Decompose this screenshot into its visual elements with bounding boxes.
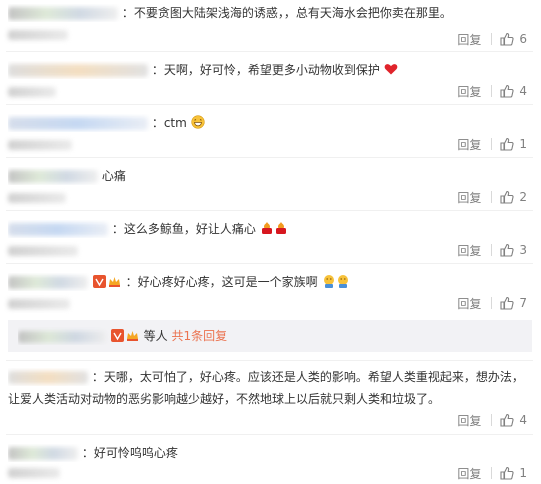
blurred-username[interactable] [8,170,98,183]
thumb-up-icon[interactable] [500,84,514,98]
reply-button[interactable]: 回复 [457,136,481,153]
red-heart-emoji [384,64,397,75]
like-count: 2 [519,190,527,204]
like-count: 1 [519,466,527,480]
blurred-username[interactable] [8,276,88,289]
crying-emoji [323,275,334,288]
reply-button[interactable]: 回复 [457,31,481,48]
comment-text: ：天啊，好可怜，希望更多小动物收到保护 [151,63,380,77]
laughing-emoji [191,115,205,129]
divider [491,414,493,426]
blurred-timestamp [8,140,72,150]
sub-reply-people: 等人 [143,329,168,343]
divider [491,138,493,150]
blurred-username[interactable] [8,7,118,20]
reply-button[interactable]: 回复 [457,189,481,206]
crying-emoji [337,275,348,288]
thumb-up-icon[interactable] [500,243,514,257]
comment-item: ：ctm 回复 1 [0,105,541,158]
reply-button[interactable]: 回复 [457,412,481,429]
blurred-timestamp [8,87,56,97]
thumb-up-icon[interactable] [500,32,514,46]
divider [491,85,493,97]
comment-text: ：ctm [151,116,187,130]
like-count: 4 [519,413,527,427]
divider [491,244,493,256]
blurred-timestamp [8,193,66,203]
blurred-timestamp [8,299,70,309]
red-lantern-emoji [275,222,286,234]
thumb-up-icon[interactable] [500,296,514,310]
comment-text: 心痛 [101,169,126,183]
blurred-timestamp [8,246,78,256]
divider [491,467,493,479]
thumb-up-icon[interactable] [500,190,514,204]
crown-badge-icon [126,331,138,341]
like-count: 3 [519,243,527,257]
divider [491,191,493,203]
reply-button[interactable]: 回复 [457,83,481,100]
comment-text: ：好可怜呜呜心疼 [81,446,178,460]
sub-reply-count-link[interactable]: 共1条回复 [172,329,228,343]
blurred-timestamp [8,30,68,40]
blurred-username[interactable] [8,371,88,384]
comment-text-line-2: 让爱人类活动对动物的恶劣影响越少越好，不然地球上以后就只剩人类和垃圾了。 [8,392,441,406]
comment-item: 心痛 回复 2 [0,158,541,211]
like-count: 4 [519,84,527,98]
comment-text-line-1: ：天哪，太可怕了，好心疼。应该还是人类的影响。希望人类重视起来，想办法， [91,370,524,384]
reply-button[interactable]: 回复 [457,295,481,312]
vip-badge-icon [110,329,124,342]
comment-text: ：这么多鲸鱼，好让人痛心 [111,222,256,236]
divider [491,297,493,309]
blurred-username[interactable] [8,447,78,460]
like-count: 7 [519,296,527,310]
thumb-up-icon[interactable] [500,413,514,427]
blurred-username[interactable] [8,64,148,77]
comment-text: ：不要贪图大陆架浅海的诱惑，，总有天海水会把你卖在那里。 [121,6,452,20]
comment-item: ：好可怜呜呜心疼 回复 1 [0,435,541,484]
crown-badge-icon [108,277,120,287]
reply-button[interactable]: 回复 [457,465,481,482]
blurred-username[interactable] [18,330,106,343]
blurred-timestamp [8,468,60,478]
blurred-username[interactable] [8,223,108,236]
like-count: 6 [519,32,527,46]
like-count: 1 [519,137,527,151]
red-lantern-emoji [261,222,272,234]
comment-item: ：这么多鲸鱼，好让人痛心 回复 3 [0,211,541,264]
sub-replies-summary[interactable]: 等人 共1条回复 [8,320,532,352]
divider [491,33,493,45]
thumb-up-icon[interactable] [500,137,514,151]
comment-item: ：天啊，好可怜，希望更多小动物收到保护 回复 4 [0,52,541,105]
reply-button[interactable]: 回复 [457,242,481,259]
comment-item: ：不要贪图大陆架浅海的诱惑，，总有天海水会把你卖在那里。 回复 6 [0,0,541,52]
comment-text: ：好心疼好心疼，这可是一个家族啊 [125,275,318,289]
comment-item: ：天哪，太可怕了，好心疼。应该还是人类的影响。希望人类重视起来，想办法， 让爱人… [0,361,541,435]
blurred-username[interactable] [8,117,148,130]
vip-badge-icon [92,275,106,288]
thumb-up-icon[interactable] [500,466,514,480]
